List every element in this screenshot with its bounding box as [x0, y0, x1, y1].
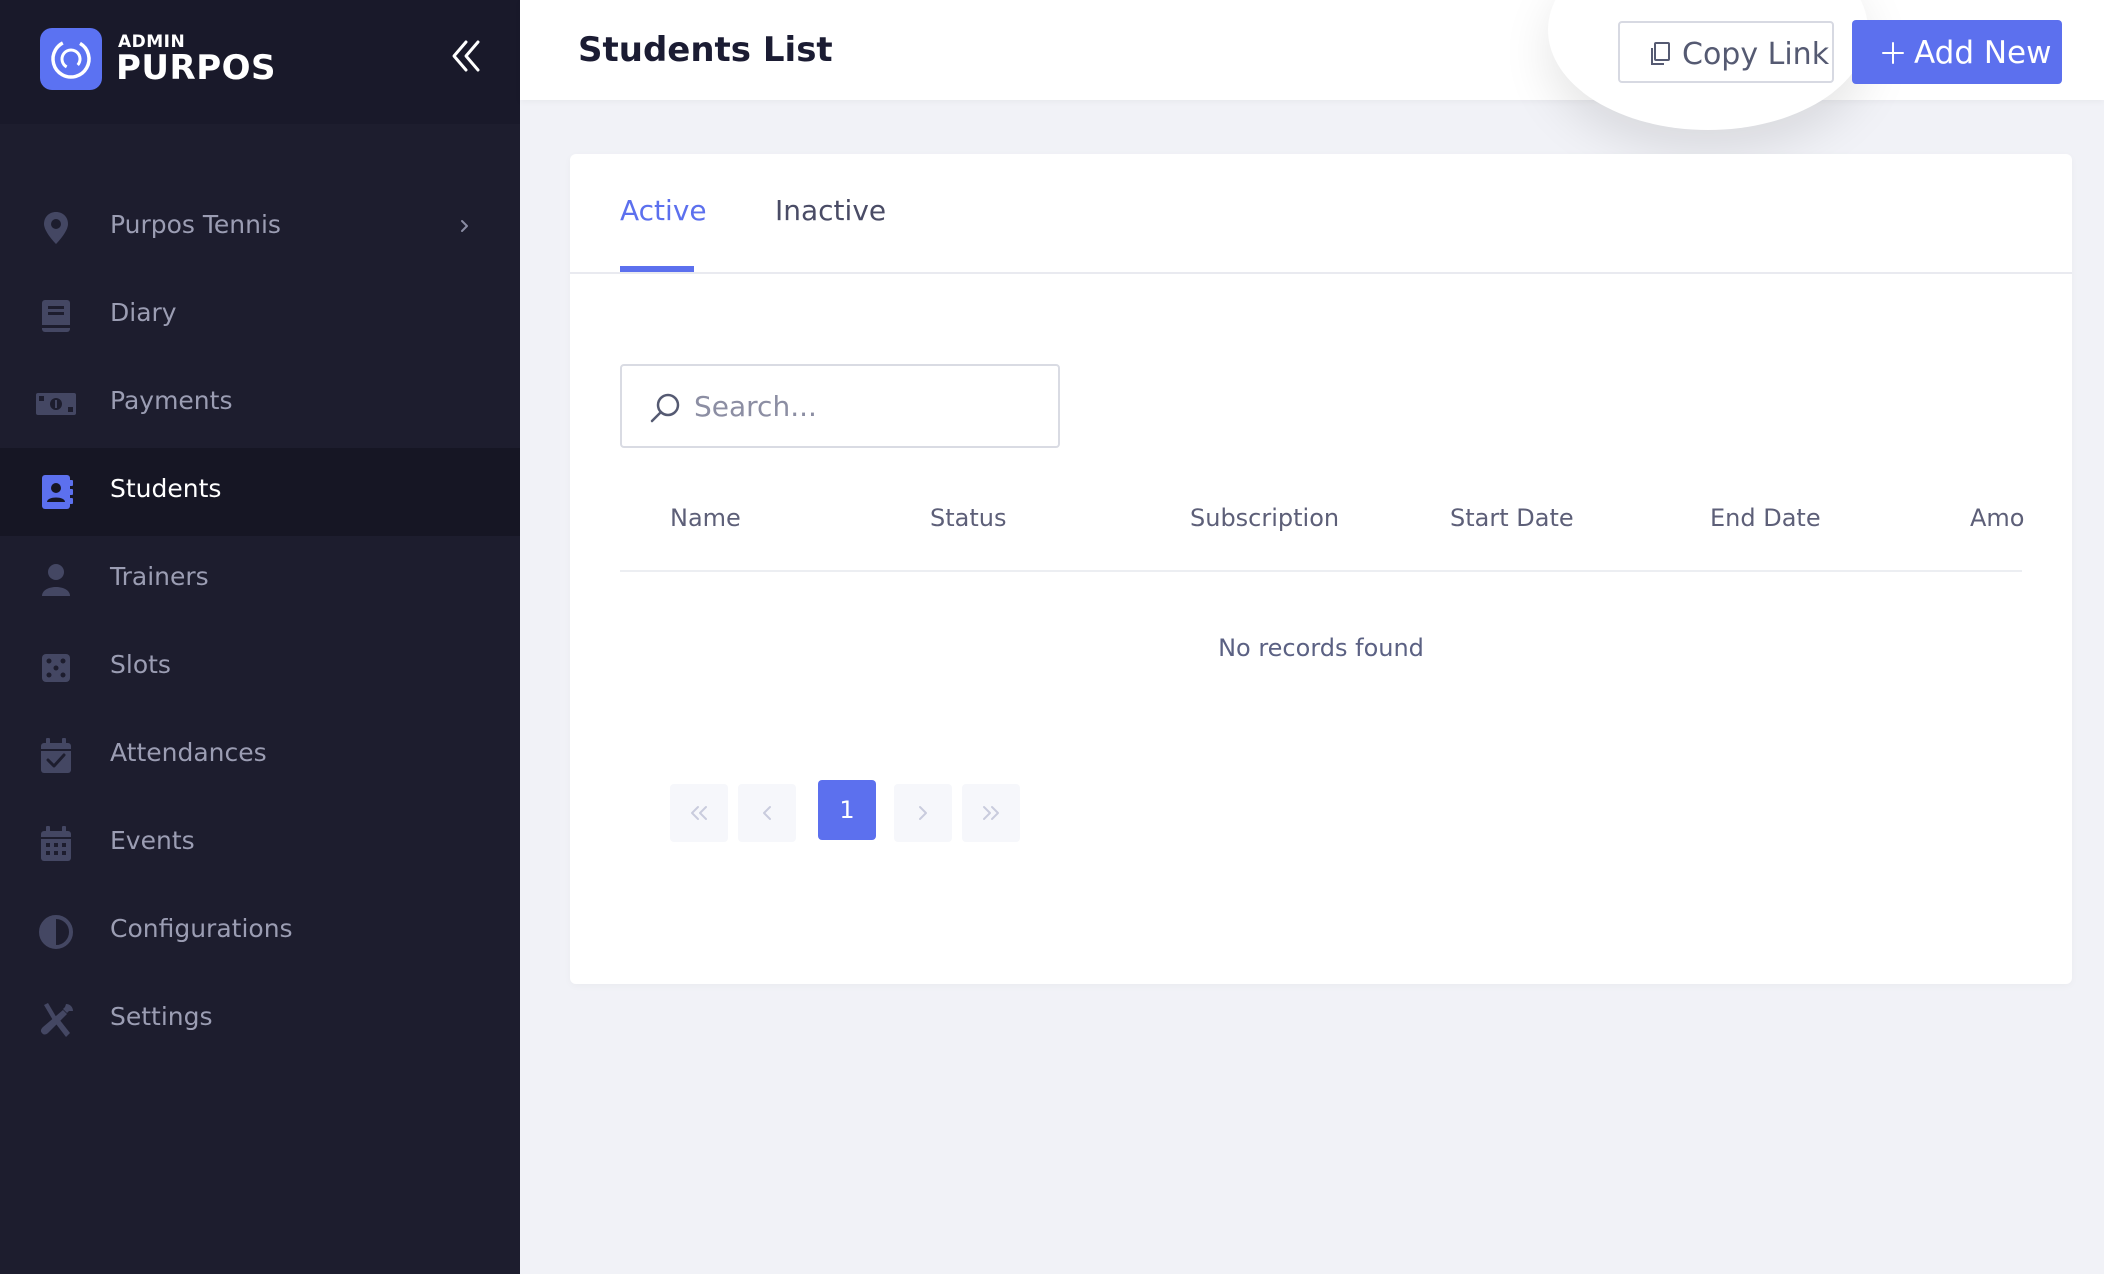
column-header-amount[interactable]: Amo: [1970, 504, 2024, 532]
top-header: Students List Copy Link Add New: [520, 0, 2104, 130]
chevron-right-icon: [919, 806, 927, 820]
map-pin-icon: [44, 212, 68, 244]
tools-icon: [40, 1003, 73, 1037]
last-page-button[interactable]: [962, 784, 1020, 842]
column-header-name[interactable]: Name: [670, 504, 741, 532]
collapse-sidebar-button[interactable]: [446, 38, 486, 74]
double-chevron-right-icon: [983, 806, 999, 820]
sidebar-item-configurations[interactable]: Configurations: [0, 888, 520, 976]
column-header-subscription[interactable]: Subscription: [1190, 504, 1339, 532]
students-card: Active Inactive Name Status Subscription…: [570, 154, 2072, 984]
sidebar-item-payments[interactable]: Payments: [0, 360, 520, 448]
calendar-icon: [41, 826, 71, 861]
sidebar-item-students[interactable]: Students: [0, 448, 520, 536]
sidebar-item-events[interactable]: Events: [0, 800, 520, 888]
sidebar-item-label: Attendances: [110, 738, 267, 767]
contact-book-icon: [42, 475, 73, 509]
double-chevron-left-icon: [452, 40, 480, 72]
sidebar-item-purpos-tennis[interactable]: Purpos Tennis: [0, 184, 520, 272]
chevron-left-icon: [763, 806, 771, 820]
sidebar: ADMIN PURPOS Purpos Tennis Diary Payment…: [0, 0, 520, 1274]
column-header-start-date[interactable]: Start Date: [1450, 504, 1574, 532]
sidebar-item-label: Purpos Tennis: [110, 210, 281, 239]
brand-logo-icon[interactable]: [40, 28, 102, 90]
sidebar-item-label: Settings: [110, 1002, 213, 1031]
calendar-check-icon: [41, 738, 71, 773]
add-new-label: Add New: [1914, 35, 2052, 71]
sidebar-item-attendances[interactable]: Attendances: [0, 712, 520, 800]
copy-link-label: Copy Link: [1682, 37, 1830, 72]
search-input[interactable]: [694, 384, 1034, 428]
empty-state-message: No records found: [1218, 634, 1424, 662]
sidebar-item-settings[interactable]: Settings: [0, 976, 520, 1064]
first-page-button[interactable]: [670, 784, 728, 842]
sidebar-item-label: Diary: [110, 298, 177, 327]
contrast-icon: [39, 915, 73, 949]
tabs-divider: [570, 272, 2072, 274]
sidebar-item-label: Configurations: [110, 914, 293, 943]
double-chevron-left-icon: [691, 806, 707, 820]
add-new-button[interactable]: Add New: [1852, 20, 2062, 84]
sidebar-item-label: Events: [110, 826, 195, 855]
search-icon: [650, 393, 680, 423]
search-box: [620, 364, 1060, 448]
page-title: Students List: [578, 30, 833, 70]
dice-icon: [42, 654, 70, 682]
table-header-divider: [620, 570, 2022, 572]
brand: ADMIN PURPOS: [0, 0, 520, 124]
sidebar-item-trainers[interactable]: Trainers: [0, 536, 520, 624]
tab-inactive[interactable]: Inactive: [775, 194, 886, 227]
person-icon: [42, 564, 70, 596]
book-icon: [42, 300, 70, 332]
brand-name: PURPOS: [116, 48, 277, 88]
copy-link-button[interactable]: Copy Link: [1618, 21, 1834, 83]
tab-active[interactable]: Active: [620, 194, 707, 227]
money-icon: [36, 393, 76, 415]
copy-icon: [1651, 42, 1670, 65]
previous-page-button[interactable]: [738, 784, 796, 842]
sidebar-item-label: Payments: [110, 386, 233, 415]
next-page-button[interactable]: [894, 784, 952, 842]
column-header-status[interactable]: Status: [930, 504, 1006, 532]
sidebar-item-diary[interactable]: Diary: [0, 272, 520, 360]
sidebar-item-slots[interactable]: Slots: [0, 624, 520, 712]
sidebar-item-label: Trainers: [110, 562, 209, 591]
sidebar-item-label: Students: [110, 474, 222, 503]
plus-icon: [1882, 42, 1904, 64]
page-number-button[interactable]: 1: [818, 780, 876, 840]
column-header-end-date[interactable]: End Date: [1710, 504, 1821, 532]
sidebar-item-label: Slots: [110, 650, 171, 679]
chevron-right-icon: [461, 220, 468, 232]
